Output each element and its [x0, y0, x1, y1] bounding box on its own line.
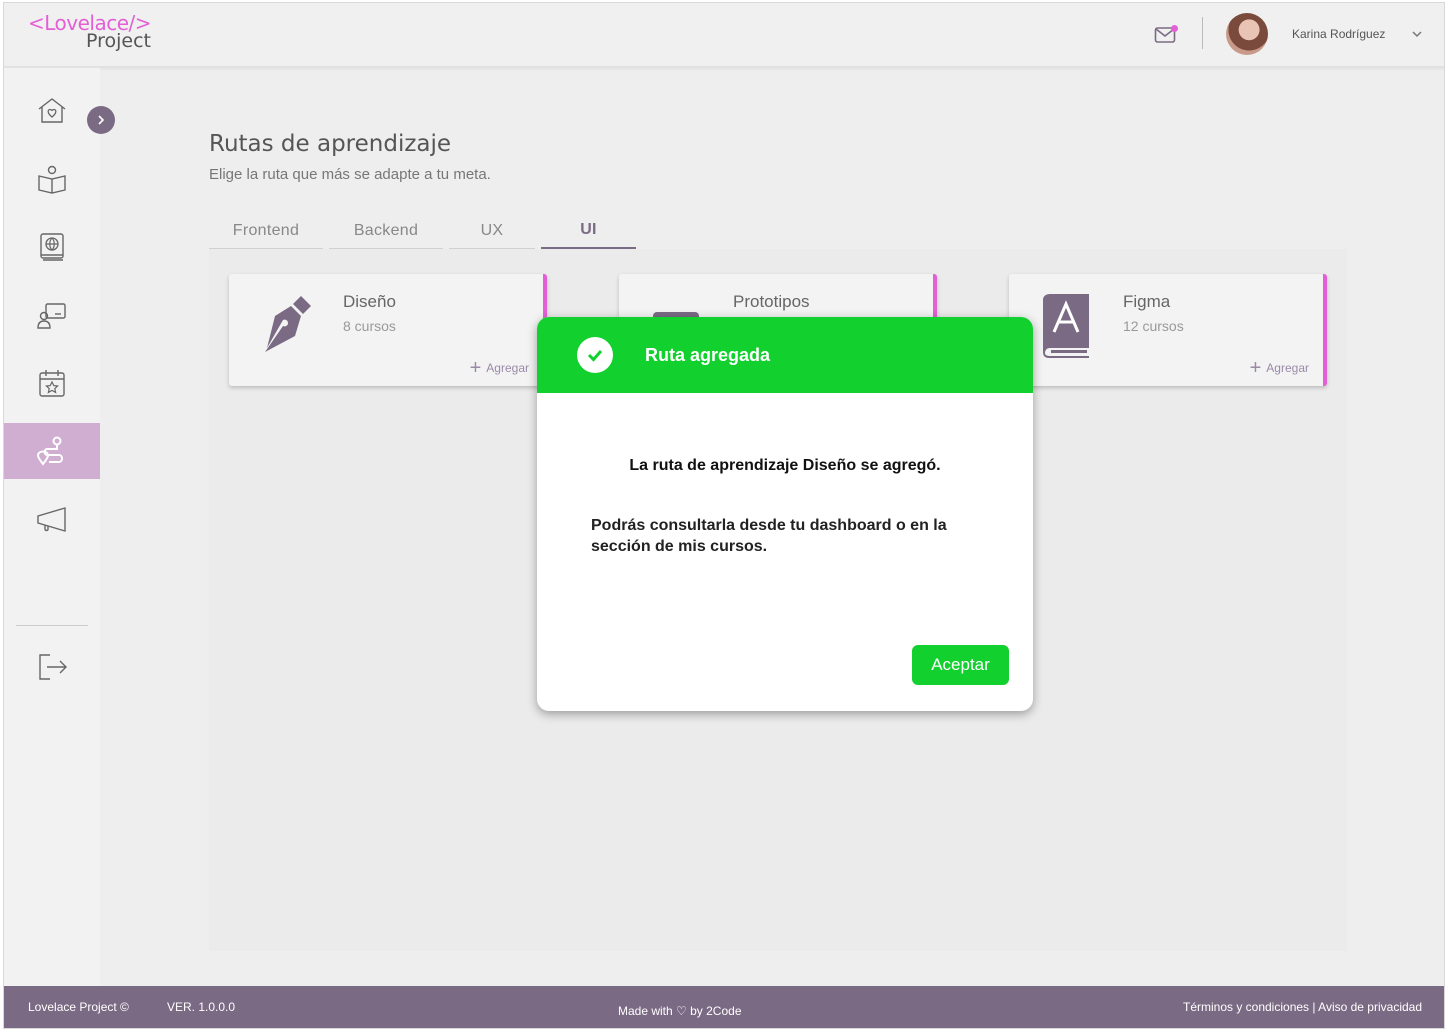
add-label: Agregar — [486, 361, 529, 375]
add-label: Agregar — [1266, 361, 1309, 375]
sidebar-item-routes[interactable] — [4, 423, 100, 479]
top-header: <Lovelace/> Project Karina Rodríguez — [4, 3, 1444, 67]
add-route-button[interactable]: + Agregar — [1250, 358, 1309, 378]
route-pin-icon — [36, 436, 63, 466]
card-title: Prototipos — [733, 292, 810, 311]
sidebar — [4, 68, 100, 986]
sidebar-item-resources[interactable] — [4, 219, 100, 275]
header-divider — [1202, 17, 1203, 49]
message-prefix: La ruta de aprendizaje — [629, 457, 803, 474]
pen-nib-icon — [265, 296, 311, 352]
calendar-star-icon — [39, 370, 65, 397]
modal-message: La ruta de aprendizaje Diseño se agregó. — [537, 457, 1033, 475]
card-title: Figma — [1123, 292, 1171, 311]
chevron-right-icon — [98, 115, 105, 125]
sidebar-item-events[interactable] — [4, 355, 100, 411]
message-suffix: se agregó. — [856, 457, 941, 474]
megaphone-icon — [37, 507, 66, 532]
logo-bottom-text: Project — [86, 30, 152, 52]
home-heart-icon — [38, 98, 66, 123]
logo[interactable]: <Lovelace/> Project — [28, 13, 152, 52]
footer: Lovelace Project © VER. 1.0.0.0 Made wit… — [4, 986, 1444, 1028]
chevron-down-icon[interactable] — [1410, 27, 1424, 41]
card-count: 8 cursos — [343, 318, 396, 334]
tab-ux[interactable]: UX — [449, 213, 535, 249]
card-count: 12 cursos — [1123, 318, 1184, 334]
check-circle-icon — [577, 337, 613, 373]
route-tabs: Frontend Backend UX UI — [209, 213, 642, 249]
modal-title: Ruta agregada — [645, 345, 771, 365]
tab-frontend[interactable]: Frontend — [209, 213, 323, 249]
logout-icon — [39, 654, 67, 680]
sidebar-divider — [16, 625, 88, 626]
page-title: Rutas de aprendizaje — [209, 131, 452, 157]
sidebar-expand-button[interactable] — [87, 106, 115, 134]
route-card-figma[interactable]: Figma 12 cursos + Agregar — [1009, 274, 1327, 386]
footer-links[interactable]: Términos y condiciones | Aviso de privac… — [1183, 1000, 1422, 1014]
footer-version: VER. 1.0.0.0 — [167, 1000, 236, 1014]
footer-made-with: Made with ♡ by 2Code — [618, 1004, 742, 1018]
tab-backend[interactable]: Backend — [329, 213, 443, 249]
modal-header: Ruta agregada — [537, 317, 1033, 393]
card-title: Diseño — [343, 292, 396, 311]
route-card-diseno[interactable]: Diseño 8 cursos + Agregar — [229, 274, 547, 386]
person-board-icon — [37, 303, 66, 329]
globe-book-icon — [40, 233, 64, 261]
modal-detail: Podrás consultarla desde tu dashboard o … — [591, 517, 947, 555]
avatar[interactable] — [1226, 13, 1268, 55]
sidebar-item-mentoring[interactable] — [4, 287, 100, 343]
tab-ui[interactable]: UI — [541, 213, 636, 249]
sidebar-item-home[interactable] — [4, 83, 100, 139]
font-book-icon — [1043, 294, 1089, 358]
page-subtitle: Elige la ruta que más se adapte a tu met… — [209, 166, 491, 183]
sidebar-item-announcements[interactable] — [4, 491, 100, 547]
plus-icon: + — [469, 357, 482, 379]
sidebar-item-logout[interactable] — [4, 639, 100, 695]
success-modal: Ruta agregada La ruta de aprendizaje Dis… — [537, 317, 1033, 711]
notification-dot — [1171, 25, 1178, 32]
plus-icon: + — [1249, 357, 1262, 379]
accept-button[interactable]: Aceptar — [912, 645, 1009, 685]
sidebar-item-courses[interactable] — [4, 151, 100, 207]
open-book-icon — [38, 165, 66, 194]
footer-brand: Lovelace Project © — [28, 1000, 129, 1014]
check-icon — [587, 350, 603, 362]
add-route-button[interactable]: + Agregar — [470, 358, 529, 378]
message-route-name: Diseño — [802, 457, 857, 474]
user-name[interactable]: Karina Rodríguez — [1292, 27, 1385, 41]
app-window: <Lovelace/> Project Karina Rodríguez Rut… — [3, 2, 1445, 1029]
